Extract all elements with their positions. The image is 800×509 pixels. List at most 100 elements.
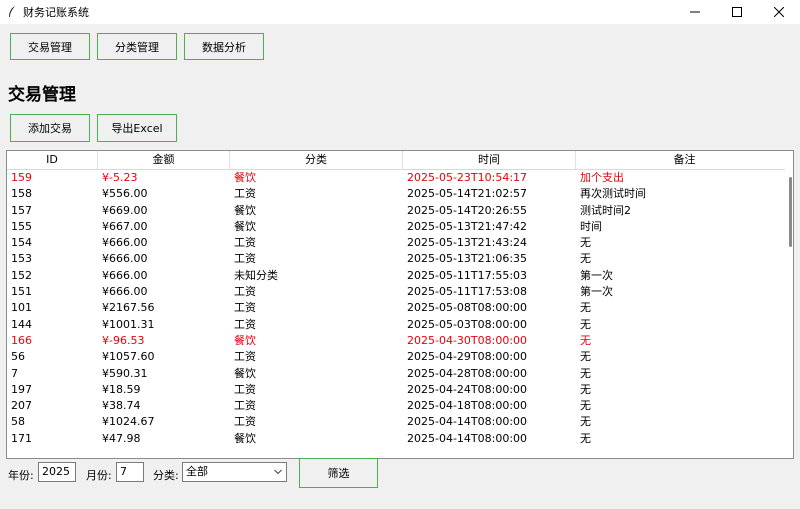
minimize-icon xyxy=(690,11,700,13)
table-row[interactable]: 166 ¥-96.53 餐饮 2025-04-30T08:00:00 无 xyxy=(7,333,793,349)
page-title: 交易管理 xyxy=(8,85,76,105)
table-row[interactable]: 144 ¥1001.31 工资 2025-05-03T08:00:00 无 xyxy=(7,317,793,333)
cell-category: 餐饮 xyxy=(234,171,256,184)
table-scrollbar[interactable] xyxy=(785,151,793,456)
export-excel-button[interactable]: 导出Excel xyxy=(97,114,177,142)
month-input[interactable]: 7 xyxy=(116,462,144,482)
cell-id: 157 xyxy=(11,203,32,217)
cell-amount: ¥1057.60 xyxy=(102,350,155,364)
cell-category: 餐饮 xyxy=(234,203,256,217)
cell-time: 2025-05-13T21:47:42 xyxy=(407,219,528,233)
cell-note: 无 xyxy=(580,333,591,347)
cell-note: 时间 xyxy=(580,219,602,233)
table-row[interactable]: 158 ¥556.00 工资 2025-05-14T21:02:57 再次测试时间 xyxy=(7,186,793,202)
maximize-icon xyxy=(732,7,742,17)
cell-category: 餐饮 xyxy=(234,366,256,380)
add-transaction-button[interactable]: 添加交易 xyxy=(10,114,90,142)
minimize-button[interactable] xyxy=(674,0,716,24)
cell-amount: ¥-96.53 xyxy=(102,333,145,347)
nav-categories-button[interactable]: 分类管理 xyxy=(97,33,177,60)
cell-category: 工资 xyxy=(234,301,256,315)
cell-time: 2025-04-28T08:00:00 xyxy=(407,366,528,380)
cell-id: 58 xyxy=(11,415,25,429)
category-label: 分类: xyxy=(153,469,179,482)
cell-time: 2025-04-30T08:00:00 xyxy=(407,333,528,347)
cell-id: 155 xyxy=(11,219,32,233)
cell-id: 159 xyxy=(11,171,32,184)
cell-category: 工资 xyxy=(234,317,256,331)
cell-amount: ¥38.74 xyxy=(102,399,141,413)
table-row[interactable]: 155 ¥667.00 餐饮 2025-05-13T21:47:42 时间 xyxy=(7,219,793,235)
table-row[interactable]: 7 ¥590.31 餐饮 2025-04-28T08:00:00 无 xyxy=(7,366,793,382)
table-row[interactable]: 151 ¥666.00 工资 2025-05-11T17:53:08 第一次 xyxy=(7,284,793,300)
scrollbar-thumb[interactable] xyxy=(789,177,792,247)
cell-note: 无 xyxy=(580,366,591,380)
cell-amount: ¥590.31 xyxy=(102,366,148,380)
cell-time: 2025-04-24T08:00:00 xyxy=(407,382,528,396)
table-row[interactable]: 56 ¥1057.60 工资 2025-04-29T08:00:00 无 xyxy=(7,349,793,365)
table-row[interactable]: 207 ¥38.74 工资 2025-04-18T08:00:00 无 xyxy=(7,398,793,414)
window-title: 财务记账系统 xyxy=(23,6,89,19)
table-row[interactable]: 101 ¥2167.56 工资 2025-05-08T08:00:00 无 xyxy=(7,300,793,316)
category-select[interactable]: 全部 xyxy=(182,462,287,482)
table-row[interactable]: 157 ¥669.00 餐饮 2025-05-14T20:26:55 测试时间2 xyxy=(7,203,793,219)
cell-category: 工资 xyxy=(234,252,256,266)
table-row[interactable]: 153 ¥666.00 工资 2025-05-13T21:06:35 无 xyxy=(7,251,793,267)
filter-button[interactable]: 筛选 xyxy=(299,458,378,488)
category-select-value: 全部 xyxy=(186,465,208,478)
cell-category: 工资 xyxy=(234,187,256,201)
cell-amount: ¥18.59 xyxy=(102,382,141,396)
cell-time: 2025-04-29T08:00:00 xyxy=(407,350,528,364)
cell-note: 无 xyxy=(580,317,591,331)
cell-time: 2025-05-14T21:02:57 xyxy=(407,187,528,201)
cell-time: 2025-05-03T08:00:00 xyxy=(407,317,528,331)
maximize-button[interactable] xyxy=(716,0,758,24)
table-row[interactable]: 152 ¥666.00 未知分类 2025-05-11T17:55:03 第一次 xyxy=(7,268,793,284)
cell-id: 101 xyxy=(11,301,32,315)
cell-id: 154 xyxy=(11,236,32,250)
title-bar: 财务记账系统 xyxy=(0,0,800,24)
cell-note: 无 xyxy=(580,350,591,364)
nav-analysis-button[interactable]: 数据分析 xyxy=(184,33,264,60)
close-button[interactable] xyxy=(758,0,800,24)
year-input[interactable]: 2025 xyxy=(38,462,76,482)
cell-note: 测试时间2 xyxy=(580,203,631,217)
cell-note: 无 xyxy=(580,301,591,315)
cell-id: 152 xyxy=(11,268,32,282)
cell-id: 166 xyxy=(11,333,32,347)
column-header-category[interactable]: 分类 xyxy=(230,151,403,169)
cell-category: 餐饮 xyxy=(234,431,256,445)
cell-note: 再次测试时间 xyxy=(580,187,646,201)
column-header-amount[interactable]: 金额 xyxy=(98,151,230,169)
cell-note: 无 xyxy=(580,415,591,429)
cell-category: 餐饮 xyxy=(234,219,256,233)
cell-amount: ¥666.00 xyxy=(102,285,148,299)
table-row[interactable]: 171 ¥47.98 餐饮 2025-04-14T08:00:00 无 xyxy=(7,431,793,447)
table-row[interactable]: 159 ¥-5.23 餐饮 2025-05-23T10:54:17 加个支出 xyxy=(7,170,793,186)
month-label: 月份: xyxy=(86,469,112,482)
cell-note: 无 xyxy=(580,399,591,413)
cell-id: 144 xyxy=(11,317,32,331)
cell-id: 7 xyxy=(11,366,18,380)
close-icon xyxy=(774,7,784,17)
table-row[interactable]: 197 ¥18.59 工资 2025-04-24T08:00:00 无 xyxy=(7,382,793,398)
cell-category: 工资 xyxy=(234,399,256,413)
column-header-time[interactable]: 时间 xyxy=(403,151,576,169)
cell-time: 2025-04-18T08:00:00 xyxy=(407,399,528,413)
transactions-table[interactable]: ID 金额 分类 时间 备注 159 ¥-5.23 餐饮 2025-05-23T10:… xyxy=(6,150,794,459)
cell-category: 工资 xyxy=(234,285,256,299)
cell-amount: ¥1024.67 xyxy=(102,415,155,429)
cell-time: 2025-05-23T10:54:17 xyxy=(407,171,528,184)
table-row[interactable]: 58 ¥1024.67 工资 2025-04-14T08:00:00 无 xyxy=(7,414,793,430)
cell-note: 加个支出 xyxy=(580,171,624,184)
cell-time: 2025-05-13T21:06:35 xyxy=(407,252,528,266)
cell-amount: ¥556.00 xyxy=(102,187,148,201)
cell-id: 153 xyxy=(11,252,32,266)
cell-amount: ¥669.00 xyxy=(102,203,148,217)
column-header-id[interactable]: ID xyxy=(7,151,98,169)
cell-time: 2025-05-08T08:00:00 xyxy=(407,301,528,315)
column-header-note[interactable]: 备注 xyxy=(576,151,793,169)
nav-transactions-button[interactable]: 交易管理 xyxy=(10,33,90,60)
table-row[interactable]: 154 ¥666.00 工资 2025-05-13T21:43:24 无 xyxy=(7,235,793,251)
cell-amount: ¥2167.56 xyxy=(102,301,155,315)
